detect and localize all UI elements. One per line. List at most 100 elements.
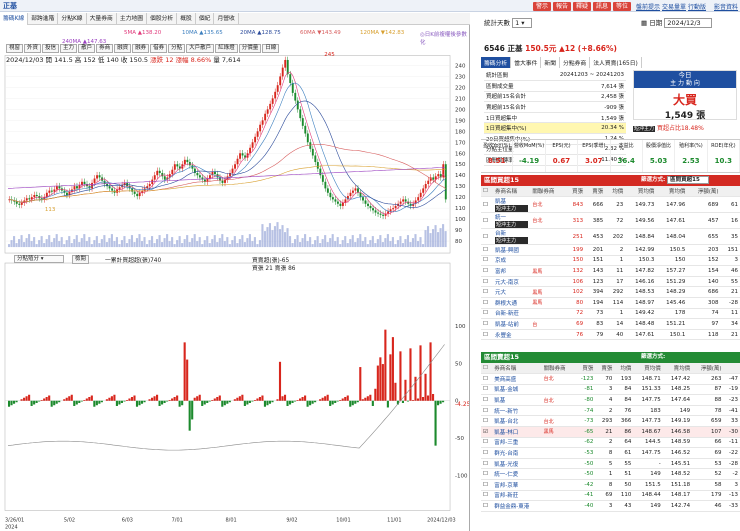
- row-checkbox[interactable]: ☐: [481, 405, 493, 417]
- table-row[interactable]: ☐ 統一-新竹 -74 2 76 183 149 78 -41: [481, 405, 740, 417]
- top-button-0[interactable]: 警示: [533, 2, 552, 11]
- tab-3[interactable]: 大量券商: [87, 13, 117, 25]
- table-row[interactable]: ☐ 統一-仁愛 -50 1 51 149 148.52 52 -2: [481, 468, 740, 481]
- chart-control-9[interactable]: 分點: [168, 44, 186, 53]
- top-button-3[interactable]: 訊息: [593, 2, 612, 11]
- row-checkbox[interactable]: ☐: [481, 437, 493, 449]
- tab-6[interactable]: 概股: [177, 13, 196, 25]
- row-checkbox[interactable]: ☐: [481, 500, 493, 512]
- row-checkbox[interactable]: ☑: [481, 426, 493, 438]
- chart-control-8[interactable]: 借券: [150, 44, 168, 53]
- broker-name[interactable]: 京成: [492, 255, 531, 267]
- tab-1[interactable]: 部跨進階: [28, 13, 59, 25]
- table-row[interactable]: ☐ 凱基-興國 199 201 2 142.99 150.5 203 151: [481, 244, 740, 256]
- row-checkbox[interactable]: ☐: [481, 329, 493, 341]
- buy-filter[interactable]: 篩選方式: 區間買超15: [641, 175, 709, 186]
- top-button-4[interactable]: 等位: [613, 2, 632, 11]
- table-row[interactable]: ☐ 凱基-金城 -81 3 84 151.33 148.25 87 -19: [481, 384, 740, 396]
- chart-control-6[interactable]: 融資: [114, 44, 132, 53]
- menu-tab-3[interactable]: 分點券商: [560, 57, 591, 68]
- broker-name[interactable]: 群益金鼎-東港: [492, 500, 542, 512]
- chart-control-4[interactable]: 散戶: [78, 44, 96, 53]
- table-row[interactable]: ☐ 統一 短沖主力 台北 313 385 72 149.56 147.61 457 16: [481, 212, 740, 230]
- row-checkbox[interactable]: ☐: [481, 228, 493, 246]
- chart-control-12[interactable]: 分價量: [238, 44, 262, 53]
- table-row[interactable]: ☐ 富邦-新莊 -41 69 110 148.44 148.17 179 -13: [481, 490, 740, 502]
- table-row[interactable]: ☐ 京成 150 151 1 150.3 150 152 3: [481, 255, 740, 267]
- row-checkbox[interactable]: ☐: [481, 212, 493, 230]
- menu-tab-4[interactable]: 法人買賣(165日): [590, 57, 642, 68]
- chart-control-10[interactable]: 大戶散戶: [186, 44, 215, 53]
- table-row[interactable]: ☐ 富邦 黑馬 132 143 11 147.82 157.27 154 46: [481, 265, 740, 277]
- row-checkbox[interactable]: ☐: [481, 384, 493, 396]
- chart-control-5[interactable]: 券商: [96, 44, 114, 53]
- row-checkbox[interactable]: ☐: [481, 196, 493, 214]
- tab-7[interactable]: 個紀: [196, 13, 215, 25]
- stat-select[interactable]: 1 ▾: [512, 18, 532, 28]
- row-checkbox[interactable]: ☐: [481, 297, 493, 309]
- chart-control-1[interactable]: 外資: [24, 44, 42, 53]
- broker-name[interactable]: 群光-台南: [492, 447, 542, 459]
- row-checkbox[interactable]: ☐: [481, 276, 493, 288]
- broker-name[interactable]: 元大-南京: [492, 276, 531, 288]
- checkbox-header[interactable]: ☐: [481, 363, 493, 375]
- row-checkbox[interactable]: ☐: [481, 394, 493, 406]
- table-row[interactable]: ☑ 凱基-林口 黑馬 -65 21 86 148.67 146.58 107 -30: [481, 426, 740, 438]
- chart-control-3[interactable]: 主力: [60, 44, 78, 53]
- row-checkbox[interactable]: ☐: [481, 255, 493, 267]
- chart-control-0[interactable]: 視窗: [6, 44, 24, 53]
- table-row[interactable]: ☐ 台新-新莊 72 73 1 149.42 178 74 11: [481, 308, 740, 320]
- top-link-3[interactable]: 影音資料: [714, 2, 738, 11]
- broker-name[interactable]: 凱基-光復: [492, 458, 542, 470]
- row-checkbox[interactable]: ☐: [481, 447, 493, 459]
- broker-name[interactable]: 台新 短沖主力: [492, 228, 531, 246]
- broker-name[interactable]: 台新-新莊: [492, 308, 531, 320]
- tab-4[interactable]: 主力地圖: [117, 13, 148, 25]
- row-checkbox[interactable]: ☐: [481, 373, 493, 385]
- broker-name[interactable]: 永豐金: [492, 329, 531, 341]
- table-row[interactable]: ☐ 富邦-三重 -62 2 64 144.5 148.59 66 -11: [481, 437, 740, 449]
- broker-name[interactable]: 凱基-林口: [492, 426, 542, 438]
- broker-name[interactable]: 富邦-三重: [492, 437, 542, 449]
- tab-5[interactable]: 個股分析: [147, 13, 178, 25]
- row-checkbox[interactable]: ☐: [481, 479, 493, 491]
- sub-panel-select[interactable]: 分點殖分 ▾: [14, 255, 64, 263]
- table-row[interactable]: ☐ 凱基 台北 -80 4 84 147.75 147.64 88 -23: [481, 394, 740, 406]
- top-link-0[interactable]: 盤前提示: [636, 2, 660, 11]
- broker-name[interactable]: 富邦: [492, 265, 531, 277]
- table-row[interactable]: ☐ 凱基-站前 台 69 83 14 148.48 151.21 97 34: [481, 318, 740, 330]
- broker-name[interactable]: 富邦-新莊: [492, 490, 542, 502]
- checkbox-header[interactable]: ☐: [481, 186, 493, 198]
- broker-name[interactable]: 統一 短沖主力: [492, 212, 531, 230]
- date-picker[interactable]: ▦ 日期 2024/12/3: [641, 17, 712, 28]
- row-checkbox[interactable]: ☐: [481, 468, 493, 481]
- row-checkbox[interactable]: ☐: [481, 265, 493, 277]
- chart-control-11[interactable]: 紅綠燈: [215, 44, 238, 53]
- top-link-2[interactable]: 行動版: [688, 2, 706, 11]
- broker-name[interactable]: 凱基-興國: [492, 244, 531, 256]
- tab-8[interactable]: 月營收: [214, 13, 239, 25]
- menu-tab-1[interactable]: 當大事件: [511, 57, 542, 68]
- broker-name[interactable]: 富邦-京華: [492, 479, 542, 491]
- broker-name[interactable]: 統一-新竹: [492, 405, 542, 417]
- chart-control-2[interactable]: 投信: [42, 44, 60, 53]
- table-row[interactable]: ☐ 群益金鼎-東港 -40 3 43 149 142.74 46 -33: [481, 500, 740, 512]
- table-row[interactable]: ☐ 凱基 短沖主力 台北 843 666 23 149.73 147.96 689 61: [481, 196, 740, 214]
- top-button-2[interactable]: 釋疑: [573, 2, 592, 11]
- broker-name[interactable]: 統一-仁愛: [492, 468, 542, 481]
- row-checkbox[interactable]: ☐: [481, 286, 493, 299]
- broker-name[interactable]: 美商高盛: [492, 373, 542, 385]
- row-checkbox[interactable]: ☐: [481, 415, 493, 428]
- chart-control-7[interactable]: 融券: [132, 44, 150, 53]
- broker-name[interactable]: 元大: [492, 286, 531, 299]
- top-link-1[interactable]: 交易量單: [662, 2, 686, 11]
- broker-name[interactable]: 凱基 短沖主力: [492, 196, 531, 214]
- table-row[interactable]: ☐ 元大 黑馬 102 394 292 148.53 148.29 686 21: [481, 286, 740, 299]
- menu-tab-2[interactable]: 新聞: [541, 57, 561, 68]
- row-checkbox[interactable]: ☐: [481, 490, 493, 502]
- chart-control-13[interactable]: 日線: [262, 44, 280, 53]
- table-row[interactable]: ☐ 凱基-台北 台北 -73 293 366 147.73 149.19 659 33: [481, 415, 740, 428]
- table-row[interactable]: ☐ 永豐金 76 79 40 147.61 150.1 118 21: [481, 329, 740, 341]
- broker-name[interactable]: 凱基-站前: [492, 318, 531, 330]
- table-row[interactable]: ☐ 凱基-光復 -50 5 55-145.51 53 -28: [481, 458, 740, 470]
